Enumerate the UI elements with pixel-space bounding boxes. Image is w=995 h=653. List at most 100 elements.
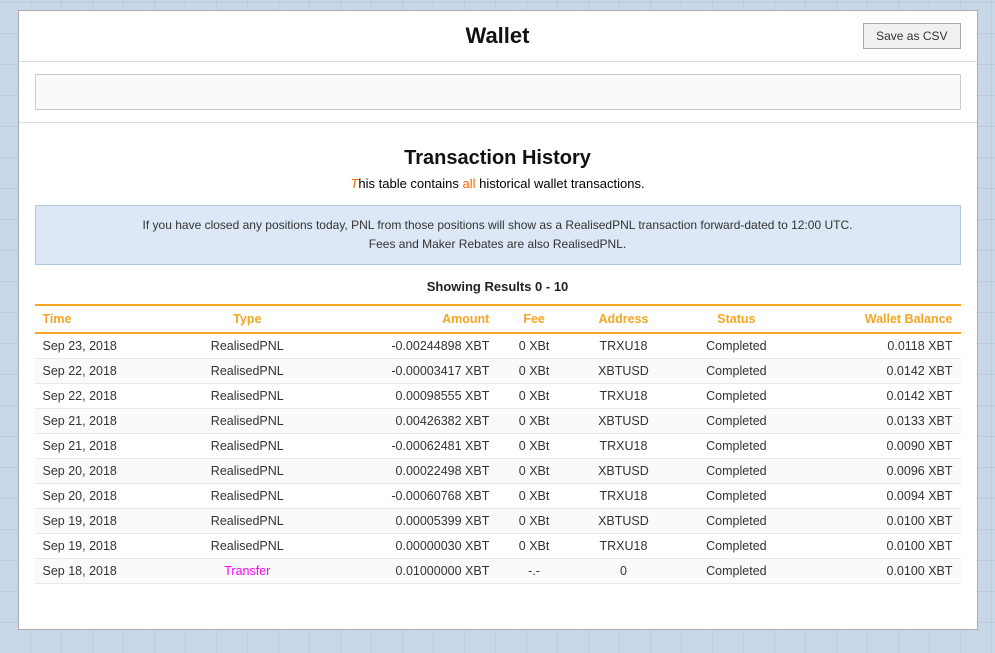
cell-fee: 0 XBt	[497, 384, 570, 409]
cell-fee: 0 XBt	[497, 534, 570, 559]
cell-status: Completed	[676, 333, 797, 359]
cell-amount: 0.01000000 XBT	[317, 559, 497, 584]
cell-time: Sep 21, 2018	[35, 409, 178, 434]
cell-type: RealisedPNL	[177, 484, 317, 509]
cell-balance: 0.0142 XBT	[797, 384, 961, 409]
cell-amount: 0.00005399 XBT	[317, 509, 497, 534]
cell-status: Completed	[676, 359, 797, 384]
table-row: Sep 22, 2018 RealisedPNL 0.00098555 XBT …	[35, 384, 961, 409]
cell-status: Completed	[676, 509, 797, 534]
cell-address: TRXU18	[571, 384, 676, 409]
table-row: Sep 22, 2018 RealisedPNL -0.00003417 XBT…	[35, 359, 961, 384]
table-row: Sep 19, 2018 RealisedPNL 0.00005399 XBT …	[35, 509, 961, 534]
cell-type: Transfer	[177, 559, 317, 584]
showing-results: Showing Results 0 - 10	[19, 279, 977, 294]
cell-fee: 0 XBt	[497, 509, 570, 534]
cell-balance: 0.0094 XBT	[797, 484, 961, 509]
cell-fee: 0 XBt	[497, 484, 570, 509]
cell-balance: 0.0100 XBT	[797, 534, 961, 559]
col-header-time: Time	[35, 305, 178, 333]
table-row: Sep 20, 2018 RealisedPNL -0.00060768 XBT…	[35, 484, 961, 509]
cell-balance: 0.0100 XBT	[797, 509, 961, 534]
page-title: Wallet	[466, 23, 530, 49]
cell-time: Sep 22, 2018	[35, 359, 178, 384]
cell-amount: 0.00022498 XBT	[317, 459, 497, 484]
cell-status: Completed	[676, 434, 797, 459]
col-header-status: Status	[676, 305, 797, 333]
cell-address: TRXU18	[571, 434, 676, 459]
cell-status: Completed	[676, 459, 797, 484]
cell-address: TRXU18	[571, 333, 676, 359]
cell-time: Sep 23, 2018	[35, 333, 178, 359]
table-body: Sep 23, 2018 RealisedPNL -0.00244898 XBT…	[35, 333, 961, 584]
transaction-history-section: Transaction History This table contains …	[19, 147, 977, 600]
table-row: Sep 21, 2018 RealisedPNL -0.00062481 XBT…	[35, 434, 961, 459]
cell-type: RealisedPNL	[177, 534, 317, 559]
table-header-row: Time Type Amount Fee Address Status Wall…	[35, 305, 961, 333]
cell-type: RealisedPNL	[177, 409, 317, 434]
subtitle-rest: historical wallet transactions.	[475, 176, 644, 191]
table-row: Sep 23, 2018 RealisedPNL -0.00244898 XBT…	[35, 333, 961, 359]
cell-balance: 0.0100 XBT	[797, 559, 961, 584]
cell-address: XBTUSD	[571, 409, 676, 434]
col-header-address: Address	[571, 305, 676, 333]
col-header-fee: Fee	[497, 305, 570, 333]
info-box: If you have closed any positions today, …	[35, 205, 961, 265]
cell-status: Completed	[676, 409, 797, 434]
table-wrapper: Time Type Amount Fee Address Status Wall…	[19, 304, 977, 600]
cell-time: Sep 18, 2018	[35, 559, 178, 584]
cell-amount: -0.00003417 XBT	[317, 359, 497, 384]
cell-time: Sep 22, 2018	[35, 384, 178, 409]
cell-address: XBTUSD	[571, 459, 676, 484]
cell-balance: 0.0142 XBT	[797, 359, 961, 384]
table-row: Sep 19, 2018 RealisedPNL 0.00000030 XBT …	[35, 534, 961, 559]
table-row: Sep 18, 2018 Transfer 0.01000000 XBT -.-…	[35, 559, 961, 584]
subtitle-his: his table contains	[358, 176, 462, 191]
section-subtitle: This table contains all historical walle…	[19, 176, 977, 191]
cell-type: RealisedPNL	[177, 459, 317, 484]
cell-status: Completed	[676, 384, 797, 409]
section-title: Transaction History	[19, 147, 977, 170]
cell-fee: 0 XBt	[497, 359, 570, 384]
cell-type: RealisedPNL	[177, 333, 317, 359]
cell-address: XBTUSD	[571, 359, 676, 384]
search-input[interactable]	[35, 74, 961, 110]
cell-type: RealisedPNL	[177, 434, 317, 459]
cell-fee: -.-	[497, 559, 570, 584]
save-csv-button[interactable]: Save as CSV	[863, 23, 960, 49]
cell-amount: -0.00062481 XBT	[317, 434, 497, 459]
cell-amount: 0.00426382 XBT	[317, 409, 497, 434]
cell-fee: 0 XBt	[497, 434, 570, 459]
cell-time: Sep 19, 2018	[35, 509, 178, 534]
info-line2: Fees and Maker Rebates are also Realised…	[369, 237, 626, 251]
cell-address: 0	[571, 559, 676, 584]
transactions-table: Time Type Amount Fee Address Status Wall…	[35, 304, 961, 584]
cell-fee: 0 XBt	[497, 459, 570, 484]
search-bar-area	[19, 62, 977, 123]
col-header-balance: Wallet Balance	[797, 305, 961, 333]
info-line1: If you have closed any positions today, …	[143, 218, 853, 232]
table-row: Sep 21, 2018 RealisedPNL 0.00426382 XBT …	[35, 409, 961, 434]
cell-address: XBTUSD	[571, 509, 676, 534]
cell-balance: 0.0133 XBT	[797, 409, 961, 434]
cell-balance: 0.0096 XBT	[797, 459, 961, 484]
table-row: Sep 20, 2018 RealisedPNL 0.00022498 XBT …	[35, 459, 961, 484]
cell-type: RealisedPNL	[177, 359, 317, 384]
cell-balance: 0.0090 XBT	[797, 434, 961, 459]
cell-amount: 0.00000030 XBT	[317, 534, 497, 559]
main-panel: Wallet Save as CSV Transaction History T…	[18, 10, 978, 630]
cell-balance: 0.0118 XBT	[797, 333, 961, 359]
cell-amount: -0.00060768 XBT	[317, 484, 497, 509]
cell-status: Completed	[676, 534, 797, 559]
col-header-type: Type	[177, 305, 317, 333]
cell-amount: -0.00244898 XBT	[317, 333, 497, 359]
subtitle-all: all	[462, 176, 475, 191]
cell-fee: 0 XBt	[497, 333, 570, 359]
cell-address: TRXU18	[571, 534, 676, 559]
cell-status: Completed	[676, 484, 797, 509]
cell-time: Sep 21, 2018	[35, 434, 178, 459]
cell-time: Sep 20, 2018	[35, 459, 178, 484]
panel-header: Wallet Save as CSV	[19, 11, 977, 62]
cell-status: Completed	[676, 559, 797, 584]
col-header-amount: Amount	[317, 305, 497, 333]
